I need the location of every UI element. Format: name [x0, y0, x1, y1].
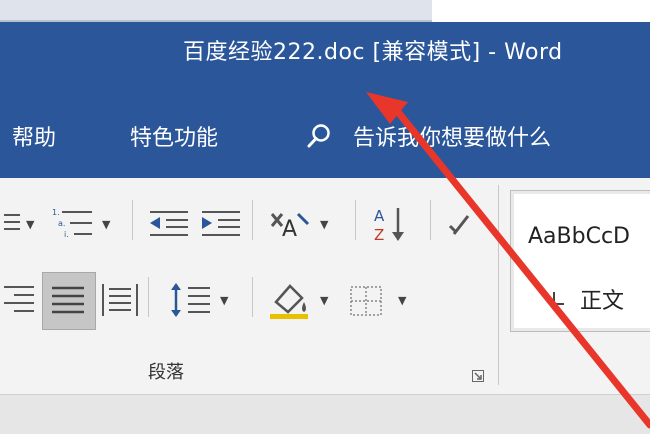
show-marks-icon[interactable]	[446, 210, 476, 240]
separator	[252, 200, 253, 240]
numbering-icon[interactable]	[0, 210, 22, 234]
separator	[498, 185, 499, 385]
tell-me-search[interactable]: 告诉我你想要做什么	[353, 120, 551, 152]
separator	[132, 200, 133, 240]
shading-icon[interactable]	[268, 280, 312, 320]
chevron-down-icon[interactable]: ▼	[220, 294, 228, 307]
chevron-down-icon[interactable]: ▼	[26, 218, 34, 231]
chevron-down-icon[interactable]: ▼	[102, 218, 110, 231]
sort-icon[interactable]: A Z	[372, 204, 412, 244]
svg-text:Z: Z	[374, 226, 384, 244]
svg-text:A: A	[374, 207, 385, 225]
multilevel-list-icon[interactable]: 1. a. i.	[52, 206, 98, 240]
tab-special-features[interactable]: 特色功能	[130, 120, 218, 152]
justify-icon[interactable]	[50, 284, 86, 318]
svg-text:i.: i.	[64, 230, 69, 239]
document-title: 百度经验222.doc [兼容模式] - Word	[183, 40, 563, 65]
separator	[252, 277, 253, 317]
paragraph-group-label: 段落	[148, 362, 184, 383]
align-right-icon[interactable]	[0, 282, 36, 316]
dialog-launcher-icon[interactable]	[472, 370, 484, 382]
borders-icon[interactable]	[348, 284, 384, 318]
search-icon[interactable]	[305, 122, 333, 150]
paragraph-mark-icon	[553, 292, 564, 308]
background-window	[0, 0, 432, 22]
svg-text:a.: a.	[58, 219, 65, 228]
style-preview[interactable]: AaBbCcD	[528, 224, 630, 249]
tab-help[interactable]: 帮助	[12, 120, 56, 152]
separator	[355, 200, 356, 240]
chevron-down-icon[interactable]: ▼	[398, 294, 406, 307]
increase-indent-icon[interactable]	[200, 208, 242, 238]
separator	[430, 200, 431, 240]
chevron-down-icon[interactable]: ▼	[320, 218, 328, 231]
chevron-down-icon[interactable]: ▼	[320, 294, 328, 307]
svg-text:1.: 1.	[52, 208, 60, 217]
document-area	[0, 394, 650, 434]
chinese-layout-icon[interactable]: A	[268, 206, 312, 240]
svg-text:A: A	[282, 217, 297, 240]
decrease-indent-icon[interactable]	[148, 208, 190, 238]
distributed-icon[interactable]	[100, 282, 140, 318]
separator	[148, 277, 149, 317]
style-name-normal[interactable]: 正文	[580, 283, 624, 315]
line-spacing-icon[interactable]	[168, 280, 212, 320]
